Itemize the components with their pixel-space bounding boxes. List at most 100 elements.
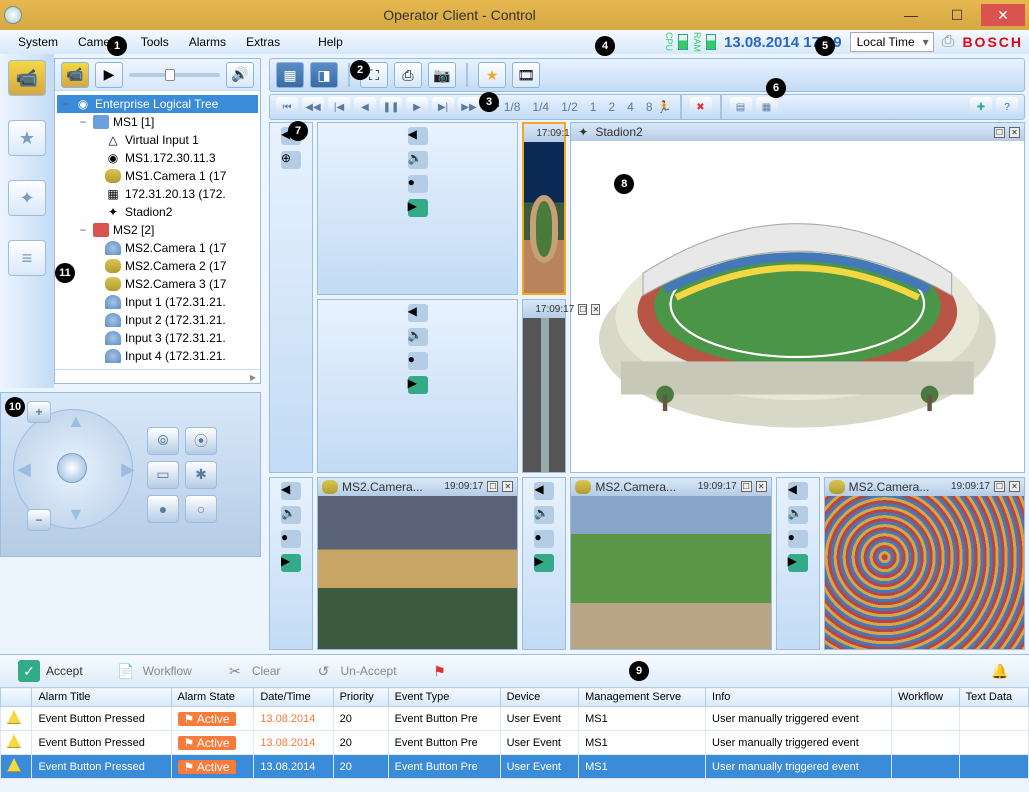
tree-item[interactable]: △Virtual Input 1 xyxy=(57,131,258,149)
tool-layout1[interactable]: ▦ xyxy=(276,62,304,88)
accept-button[interactable]: ✓Accept xyxy=(10,656,91,686)
tree-ms1[interactable]: − MS1 [1] xyxy=(57,113,258,131)
alarm-bell-icon[interactable]: 🔔 xyxy=(981,656,1019,686)
image-pane-5[interactable]: MS2.Camera...19:09:17☐✕ xyxy=(824,477,1025,650)
motion-icon: 🏃 xyxy=(657,100,672,114)
tool-favorite[interactable]: ★ xyxy=(478,62,506,88)
alarm-col-header[interactable]: Date/Time xyxy=(254,688,333,707)
minimize-button[interactable]: — xyxy=(889,4,933,26)
alarm-col-header[interactable]: Priority xyxy=(333,688,388,707)
rail-favorites-icon[interactable]: ★ xyxy=(8,120,46,156)
alarm-flag-button[interactable]: ⚑ xyxy=(421,656,459,686)
ptz-iris-close[interactable]: ○ xyxy=(185,495,217,523)
tree-root[interactable]: −◉ Enterprise Logical Tree xyxy=(57,95,258,113)
ptz-preset2[interactable]: ⦿ xyxy=(185,427,217,455)
tree-item[interactable]: Input 2 (172.31.21. xyxy=(57,311,258,329)
image-pane-2[interactable]: MS1.Camera...17:09:17☐✕ xyxy=(522,299,566,472)
image-pane-grid: 7 ◀ 🔈 ● ▶ MS1.Camera...17:09:17☐✕ 8 ◀⊕ ✦… xyxy=(269,122,1025,650)
tree-item[interactable]: Input 1 (172.31.21. xyxy=(57,293,258,311)
alarm-col-header[interactable]: Info xyxy=(706,688,892,707)
image-pane-map[interactable]: ✦Stadion2☐✕ xyxy=(570,122,1025,473)
main-toolbar: ▦ ◨ ⛶ ⎙ 📷 ★ 🎞 xyxy=(269,58,1025,92)
tree-live-button[interactable]: 📹 xyxy=(61,62,89,88)
play-pause[interactable]: ❚❚ xyxy=(380,97,402,117)
alarm-col-header[interactable]: Device xyxy=(500,688,579,707)
rail-tree-icon[interactable]: 📹 xyxy=(8,60,46,96)
alarm-row[interactable]: Event Button Pressed⚑ Active13.08.201420… xyxy=(1,731,1029,755)
play-step-back[interactable]: |◀ xyxy=(328,97,350,117)
play-fast-fwd[interactable]: ▶▶ xyxy=(458,97,480,117)
tree-zoom-slider[interactable] xyxy=(129,73,220,77)
image-pane-1[interactable]: MS1.Camera...17:09:17☐✕ 8 xyxy=(522,122,566,295)
tree-item[interactable]: MS1.Camera 1 (17 xyxy=(57,167,258,185)
tree-item[interactable]: Input 3 (172.31.21. xyxy=(57,329,258,347)
alarm-row[interactable]: Event Button Pressed⚑ Active13.08.201420… xyxy=(1,755,1029,779)
print-icon[interactable]: ⎙ xyxy=(942,33,955,51)
rail-list-icon[interactable]: ≡ xyxy=(8,240,46,276)
alarm-row[interactable]: Event Button Pressed⚑ Active13.08.201420… xyxy=(1,707,1029,731)
ptz-focus-near[interactable]: ▭ xyxy=(147,461,179,489)
tool-print[interactable]: ⎙ xyxy=(394,62,422,88)
menu-bar: System Camera Tools Alarms Extras Help C… xyxy=(0,30,1029,54)
maximize-button[interactable]: ☐ xyxy=(935,4,979,26)
alarm-col-header[interactable]: Alarm Title xyxy=(32,688,171,707)
tree-item[interactable]: ▦172.31.20.13 (172. xyxy=(57,185,258,203)
menu-system[interactable]: System xyxy=(8,32,68,52)
tree-item[interactable]: MS2.Camera 2 (17 xyxy=(57,257,258,275)
tool-layout2[interactable]: ◨ xyxy=(310,62,338,88)
menu-help[interactable]: Help xyxy=(308,32,353,52)
ptz-joystick[interactable]: ▲ ▼ ◀ ▶ + − xyxy=(9,401,139,531)
help-button[interactable]: ? xyxy=(996,97,1018,117)
menu-alarms[interactable]: Alarms xyxy=(179,32,236,52)
alarm-col-header[interactable] xyxy=(1,688,32,707)
tool-snapshot[interactable]: 📷 xyxy=(428,62,456,88)
pane-tool-audio-icon[interactable]: 🔈 xyxy=(408,151,428,169)
pane-tool-ptz-icon[interactable]: ◀ xyxy=(408,127,428,145)
tree-item[interactable]: ◉MS1.172.30.11.3 xyxy=(57,149,258,167)
alarm-col-header[interactable]: Event Type xyxy=(388,688,500,707)
alarm-col-header[interactable]: Management Serve xyxy=(579,688,706,707)
ptz-panel: 10 ▲ ▼ ◀ ▶ + − ⦾⦿ ▭✱ ●○ xyxy=(0,392,261,557)
tree-item[interactable]: ✦Stadion2 xyxy=(57,203,258,221)
alarm-col-header[interactable]: Workflow xyxy=(892,688,960,707)
ptz-zoom-in[interactable]: + xyxy=(27,401,51,423)
add-pane[interactable]: ✚ xyxy=(970,97,992,117)
tree-audio-button[interactable]: 🔊 xyxy=(226,62,254,88)
alarm-col-header[interactable]: Alarm State xyxy=(171,688,254,707)
workflow-button[interactable]: 📄Workflow xyxy=(107,656,200,686)
delete-button[interactable]: ✖ xyxy=(690,97,712,117)
pane-tool-rec-icon[interactable]: ● xyxy=(408,175,428,193)
menu-extras[interactable]: Extras xyxy=(236,32,290,52)
tree-ms2[interactable]: − MS2 [2] xyxy=(57,221,258,239)
pane-tool-play-icon[interactable]: ▶ xyxy=(408,199,428,217)
rail-compass-icon[interactable]: ✦ xyxy=(8,180,46,216)
tool-fullscreen[interactable]: ⛶ xyxy=(360,62,388,88)
tool-sequence[interactable]: 🎞 xyxy=(512,62,540,88)
ptz-focus-far[interactable]: ✱ xyxy=(185,461,217,489)
ptz-zoom-out[interactable]: − xyxy=(27,509,51,531)
timezone-select[interactable]: Local Time xyxy=(850,32,934,52)
play-rewind-fast[interactable]: ⏮ xyxy=(276,97,298,117)
logical-tree[interactable]: −◉ Enterprise Logical Tree − MS1 [1] △Vi… xyxy=(55,91,260,369)
ptz-preset1[interactable]: ⦾ xyxy=(147,427,179,455)
ptz-iris-open[interactable]: ● xyxy=(147,495,179,523)
play-forward[interactable]: ▶ xyxy=(406,97,428,117)
alarm-col-header[interactable]: Text Data xyxy=(959,688,1028,707)
play-step-fwd[interactable]: ▶| xyxy=(432,97,454,117)
tree-item[interactable]: Input 4 (172.31.21. xyxy=(57,347,258,365)
alarm-table[interactable]: Alarm TitleAlarm StateDate/TimePriorityE… xyxy=(0,687,1029,779)
tree-item[interactable]: MS2.Camera 1 (17 xyxy=(57,239,258,257)
clear-button[interactable]: ✂Clear xyxy=(216,656,289,686)
close-button[interactable]: ✕ xyxy=(981,4,1025,26)
layout-rows[interactable]: ▤ xyxy=(730,97,752,117)
tree-item[interactable]: MS2.Camera 3 (17 xyxy=(57,275,258,293)
image-pane-4[interactable]: MS2.Camera...19:09:17☐✕ xyxy=(570,477,771,650)
menu-camera[interactable]: Camera xyxy=(68,32,131,52)
layout-grid[interactable]: ▦ xyxy=(756,97,778,117)
unaccept-button[interactable]: ↺Un-Accept xyxy=(305,656,405,686)
tree-playback-button[interactable]: ▶ xyxy=(95,62,123,88)
menu-tools[interactable]: Tools xyxy=(131,32,179,52)
play-back[interactable]: ◀ xyxy=(354,97,376,117)
image-pane-3[interactable]: MS2.Camera...19:09:17☐✕ xyxy=(317,477,518,650)
play-rewind[interactable]: ◀◀ xyxy=(302,97,324,117)
